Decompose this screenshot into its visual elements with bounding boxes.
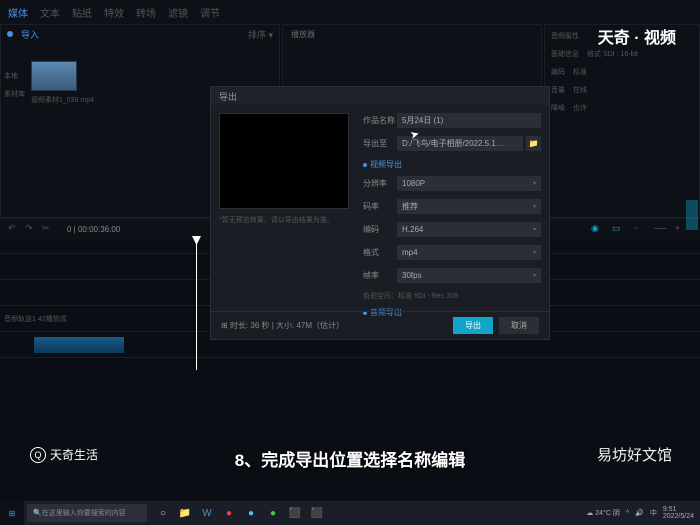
tray-icon[interactable]: 中 <box>650 508 657 518</box>
clock[interactable]: 9:512022/5/24 <box>663 506 694 520</box>
tab-media[interactable]: 媒体 <box>8 5 28 20</box>
cancel-button[interactable]: 取消 <box>499 317 539 334</box>
zoom-out-icon[interactable]: − <box>633 223 647 237</box>
format-label: 格式 <box>363 247 397 258</box>
tool-icon[interactable]: ▭ <box>612 223 626 237</box>
audio-clip[interactable] <box>34 337 124 353</box>
tab-effect[interactable]: 特效 <box>104 5 124 20</box>
preview-title: 播放器 <box>283 25 541 44</box>
undo-icon[interactable]: ↶ <box>8 223 22 237</box>
duration-size: ⊞ 时长: 36 秒 | 大小: 47M（估计） <box>221 320 344 331</box>
properties-panel: 音频属性 基础信息格式 SDI : 16-bit 编码标准 音量在线 降噪也许 <box>544 24 700 218</box>
info-label: 基础信息 <box>551 49 579 59</box>
tray-icon[interactable]: 🔊 <box>635 509 644 517</box>
codec-select[interactable]: H.264▾ <box>397 222 541 237</box>
resolution-label: 分辨率 <box>363 178 397 189</box>
name-label: 作品名称 <box>363 115 397 126</box>
info-label: 音量 <box>551 85 565 95</box>
watermark-top: 天奇 · 视频 <box>598 24 676 48</box>
track-label: 音频轨道1 42播放成 <box>4 314 67 324</box>
sidebar-local[interactable]: 本地 <box>1 67 29 85</box>
fps-select[interactable]: 30fps▾ <box>397 268 541 283</box>
current-time: 0 <box>67 225 71 234</box>
path-label: 导出至 <box>363 138 397 149</box>
resolution-select[interactable]: 1080P▾ <box>397 176 541 191</box>
total-time: 00:00:36:00 <box>78 225 120 234</box>
preview-note: *暂无预览效果，请以导出结果为准。 <box>219 215 349 225</box>
taskbar-app-icon[interactable]: ● <box>241 503 261 523</box>
watermark-bottom-right: 易坊好文馆 <box>597 444 672 465</box>
tutorial-caption: 8、完成导出位置选择名称编辑 <box>0 446 700 471</box>
zoom-slider[interactable]: ── <box>654 223 668 237</box>
media-sidebar: 本地 素材库 <box>1 67 29 127</box>
taskbar-app-icon[interactable]: ⬛ <box>285 503 305 523</box>
taskbar-app-icon[interactable]: ○ <box>153 503 173 523</box>
info-value: 在线 <box>573 85 587 95</box>
import-button[interactable]: 导入 <box>21 28 39 41</box>
bitrate-select[interactable]: 推荐▾ <box>397 199 541 214</box>
cut-icon[interactable]: ✂ <box>42 223 56 237</box>
info-value: 也许 <box>573 103 587 113</box>
tab-transition[interactable]: 转场 <box>136 5 156 20</box>
windows-taskbar: ⊞ 🔍 在这里输入你要搜索的内容 ○ 📁 W ● ● ● ⬛ ⬛ ☁ 24°C … <box>0 501 700 525</box>
taskbar-app-icon[interactable]: 📁 <box>175 503 195 523</box>
sort-dropdown[interactable]: 排序 ▾ <box>248 28 273 41</box>
import-icon <box>7 31 13 37</box>
export-button[interactable]: 导出 <box>453 317 493 334</box>
tool-icon[interactable]: ◉ <box>591 223 605 237</box>
tab-sticker[interactable]: 贴纸 <box>72 5 92 20</box>
playhead[interactable] <box>196 240 197 370</box>
dialog-title: 导出 <box>211 87 549 105</box>
tab-adjust[interactable]: 调节 <box>200 5 220 20</box>
media-thumbnail[interactable] <box>31 61 77 91</box>
export-dialog: 导出 *暂无预览效果，请以导出结果为准。 作品名称5月24日 (1) 导出至D:… <box>210 86 550 340</box>
info-label: 编码 <box>551 67 565 77</box>
redo-icon[interactable]: ↷ <box>25 223 39 237</box>
top-toolbar: 媒体 文本 贴纸 特效 转场 滤镜 调节 <box>0 0 700 24</box>
taskbar-app-icon[interactable]: W <box>197 503 217 523</box>
video-section: 视频导出 <box>363 159 541 170</box>
taskbar-app-icon[interactable]: ● <box>219 503 239 523</box>
colorspace-note: 色彩空间：标准 SDI - Rec.709 <box>363 291 541 301</box>
tab-filter[interactable]: 滤镜 <box>168 5 188 20</box>
info-label: 降噪 <box>551 103 565 113</box>
taskbar-app-icon[interactable]: ⬛ <box>307 503 327 523</box>
name-input[interactable]: 5月24日 (1) <box>397 113 541 128</box>
browse-folder-icon[interactable]: 📁 <box>526 136 541 151</box>
frame-marker <box>686 200 698 230</box>
tray-icon[interactable]: ^ <box>626 510 629 517</box>
weather[interactable]: ☁ 24°C 阴 <box>586 508 620 518</box>
fps-label: 帧率 <box>363 270 397 281</box>
info-value: 标准 <box>573 67 587 77</box>
sidebar-library[interactable]: 素材库 <box>1 85 29 103</box>
format-select[interactable]: mp4▾ <box>397 245 541 260</box>
taskbar-search[interactable]: 🔍 在这里输入你要搜索的内容 <box>27 504 147 522</box>
media-filename: 视频素材1_039 mp4 <box>31 95 94 105</box>
bitrate-label: 码率 <box>363 201 397 212</box>
start-button[interactable]: ⊞ <box>0 501 24 525</box>
export-preview <box>219 113 349 209</box>
codec-label: 编码 <box>363 224 397 235</box>
info-value: 格式 SDI : 16-bit <box>587 49 638 59</box>
taskbar-app-icon[interactable]: ● <box>263 503 283 523</box>
tab-text[interactable]: 文本 <box>40 5 60 20</box>
